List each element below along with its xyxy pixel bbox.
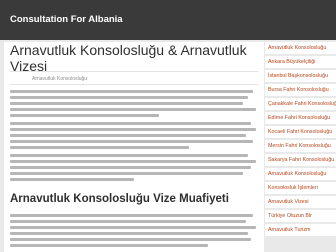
sidebar-item[interactable]: Edirne Fahri Konsolosluğu (265, 111, 336, 125)
sidebar-item[interactable]: Sakarya Fahri Konsolosluğu (265, 153, 336, 167)
sidebar-item[interactable]: Arnavutluk Konsolosluğu (265, 167, 336, 181)
article-content: Arnavutluk Konsolosluğu & Arnavutluk Viz… (4, 42, 264, 252)
sidebar-item[interactable]: Bursa Fahri Konsolosluğu (265, 83, 336, 97)
paragraph (10, 122, 258, 152)
site-title-link[interactable]: Consultation For Albania (10, 14, 123, 25)
paragraph (10, 214, 258, 250)
text-line (10, 178, 134, 181)
text-line (10, 154, 249, 157)
text-line (10, 172, 244, 175)
divider (10, 84, 258, 85)
text-line (10, 102, 244, 105)
sidebar-item[interactable]: Arnavutluk Konsolosluğu (265, 42, 336, 55)
sidebar-nav: Arnavutluk Konsolosluğu Ankara Büyükelçi… (265, 42, 336, 252)
text-line (10, 96, 249, 99)
text-line (10, 140, 254, 143)
text-line (10, 244, 209, 247)
text-line (10, 232, 249, 235)
sidebar-item[interactable]: Arnavutluk Vizesi (265, 195, 336, 209)
section-heading: Arnavutluk Konsolosluğu Vize Muafiyeti (10, 193, 229, 205)
divider (10, 71, 258, 72)
text-line (10, 90, 254, 93)
text-line (10, 114, 159, 117)
sidebar-item[interactable]: Mersin Fahri Konsolosluğu (265, 139, 336, 153)
paragraph (10, 154, 258, 184)
article-meta: Arnavutluk Konsolosluğu (32, 76, 88, 82)
text-line (10, 108, 256, 111)
text-line (10, 122, 251, 125)
sidebar-item[interactable]: Konsolosluk İşlemleri (265, 181, 336, 195)
sidebar-item[interactable]: Ankara Büyükelçiliği (265, 55, 336, 69)
sidebar-item[interactable]: İstanbul Başkonsolosluğu (265, 69, 336, 83)
article-title: Arnavutluk Konsolosluğu & Arnavutluk Viz… (10, 42, 247, 74)
text-line (10, 160, 256, 163)
text-line (10, 238, 251, 241)
text-line (10, 134, 246, 137)
paragraph (10, 90, 258, 120)
text-line (10, 128, 256, 131)
sidebar-item[interactable]: Çanakkale Fahri Konsolosluğu (265, 97, 336, 111)
text-line (10, 226, 256, 229)
text-line (10, 214, 254, 217)
sidebar-item[interactable]: Kocaeli Fahri Konsolosluğu (265, 125, 336, 139)
text-line (10, 166, 251, 169)
text-line (10, 220, 246, 223)
top-bar: Consultation For Albania (0, 0, 336, 40)
text-line (10, 146, 189, 149)
sidebar-item[interactable]: Arnavutluk Turizm (265, 223, 336, 237)
sidebar-item[interactable]: Türkiye Otuzun Bir (265, 209, 336, 223)
